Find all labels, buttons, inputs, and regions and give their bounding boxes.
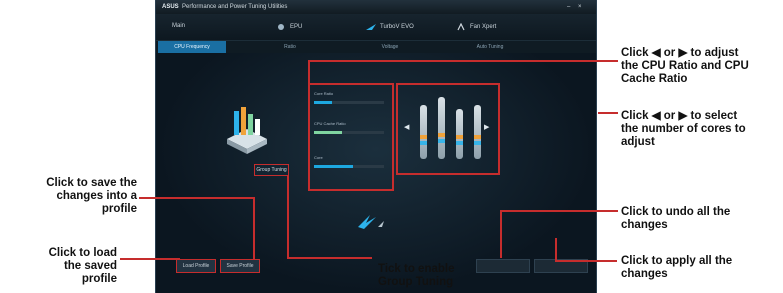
annotation-text: to select <box>690 110 738 122</box>
turbov-icon <box>366 23 376 31</box>
ratio-row-label: Core Ratio <box>314 91 334 96</box>
leader-line <box>308 60 310 85</box>
core-slider[interactable] <box>314 165 384 168</box>
menu-item-label: EPU <box>290 24 303 30</box>
cache-ratio-slider[interactable] <box>314 131 384 134</box>
leader-line <box>253 197 255 259</box>
tab-bar: CPU Frequency Ratio Voltage Auto Tuning <box>156 41 596 53</box>
ratio-panel: Core Ratio CPU Cache Ratio Core <box>308 83 394 191</box>
leader-line <box>598 112 618 114</box>
annotation-text: Click to load <box>48 247 117 259</box>
fan-icon <box>456 22 466 31</box>
tab-ratio[interactable]: Ratio <box>256 41 324 53</box>
right-arrow-icon: ▶ <box>678 110 688 122</box>
right-arrow-icon: ▶ <box>678 47 688 59</box>
left-arrow-icon: ◀ <box>651 47 661 59</box>
minimize-button[interactable]: – <box>567 0 570 14</box>
leader-line <box>139 197 254 199</box>
menu-item-label: TurboV EVO <box>380 24 414 30</box>
leader-line <box>555 238 557 260</box>
core-next-arrow-icon[interactable]: ▶ <box>484 123 489 131</box>
annotation-load-profile: Click to load the saved profile <box>0 247 117 286</box>
load-profile-button[interactable]: Load Profile <box>176 259 216 273</box>
left-arrow-icon: ◀ <box>651 110 661 122</box>
leader-line <box>308 60 600 62</box>
tab-auto-tuning[interactable]: Auto Tuning <box>456 41 524 53</box>
tab-cpu-frequency[interactable]: CPU Frequency <box>158 41 226 53</box>
annotation-text: changes <box>621 268 668 280</box>
annotation-text: the CPU Ratio and CPU <box>621 60 749 72</box>
close-button[interactable]: × <box>578 0 582 14</box>
save-profile-button[interactable]: Save Profile <box>220 259 260 273</box>
turbo-logo-icon <box>358 215 384 229</box>
leader-line <box>287 176 289 258</box>
annotation-text: changes <box>621 219 668 231</box>
annotation-apply: Click to apply all the changes <box>621 255 732 281</box>
annotation-undo: Click to undo all the changes <box>621 206 730 232</box>
leader-line <box>287 257 372 259</box>
annotation-text: the saved <box>63 260 117 272</box>
annotation-text: Tick to enable <box>378 263 455 275</box>
leader-line <box>600 60 618 62</box>
annotation-adjust-ratio: Click ◀ or ▶ to adjust the CPU Ratio and… <box>621 47 749 86</box>
leader-line <box>500 210 502 258</box>
tab-voltage[interactable]: Voltage <box>356 41 424 53</box>
ratio-row-label: Core <box>314 155 323 160</box>
menu-item-fanxpert[interactable]: Fan Xpert <box>456 22 497 31</box>
core-bar[interactable] <box>456 109 463 159</box>
annotation-text: to adjust <box>690 47 739 59</box>
annotation-text: adjust <box>621 136 655 148</box>
core-bar[interactable] <box>438 97 445 159</box>
annotation-text: Click to undo all the <box>621 206 731 218</box>
menu-item-main[interactable]: Main <box>172 23 185 29</box>
menu-item-label: Fan Xpert <box>470 24 497 30</box>
annotation-text: Group Tuning <box>378 276 454 288</box>
annotation-text: Cache Ratio <box>621 73 688 85</box>
annotation-text: profile <box>101 203 137 215</box>
annotation-group-tuning: Tick to enable Group Tuning <box>378 263 454 289</box>
main-content: Group Tuning Core Ratio CPU Cache Ratio … <box>156 53 596 293</box>
annotation-text: Click <box>621 47 649 59</box>
menu-item-label: Main <box>172 23 186 29</box>
annotation-text: Click to save the <box>46 177 137 189</box>
title-bar: ASUS Performance and Power Tuning Utilit… <box>156 0 596 14</box>
core-prev-arrow-icon[interactable]: ◀ <box>404 123 409 131</box>
annotation-text: the number of cores to <box>621 123 746 135</box>
core-selection-panel: ◀ ▶ <box>396 83 500 175</box>
annotation-text: Click to apply all the <box>621 255 733 267</box>
asus-logo: ASUS <box>162 4 179 10</box>
epu-icon <box>276 23 286 31</box>
leader-line <box>555 260 617 262</box>
menu-item-epu[interactable]: EPU <box>276 23 302 31</box>
undo-button[interactable] <box>476 259 530 273</box>
annotation-text: or <box>663 47 676 59</box>
annotation-select-cores: Click ◀ or ▶ to select the number of cor… <box>621 110 746 149</box>
group-tuning-checkbox[interactable]: Group Tuning <box>254 164 289 176</box>
window-title: Performance and Power Tuning Utilities <box>182 4 288 10</box>
core-bar[interactable] <box>420 105 427 159</box>
leader-line <box>500 210 618 212</box>
app-window: ASUS Performance and Power Tuning Utilit… <box>155 0 597 293</box>
annotation-save-changes: Click to save the changes into a profile <box>0 177 137 216</box>
annotation-text: Click <box>621 110 649 122</box>
core-ratio-slider[interactable] <box>314 101 384 104</box>
core-bar[interactable] <box>474 105 481 159</box>
menu-item-turbov[interactable]: TurboV EVO <box>366 23 414 31</box>
cpu-chip-illustration <box>227 107 267 154</box>
leader-line <box>120 258 180 260</box>
annotation-text: or <box>663 110 676 122</box>
annotation-text: profile <box>81 273 117 285</box>
main-menu: Main EPU TurboV EVO Fan Xpert <box>156 14 596 41</box>
ratio-row-label: CPU Cache Ratio <box>314 121 346 126</box>
annotation-text: changes into a <box>56 190 137 202</box>
